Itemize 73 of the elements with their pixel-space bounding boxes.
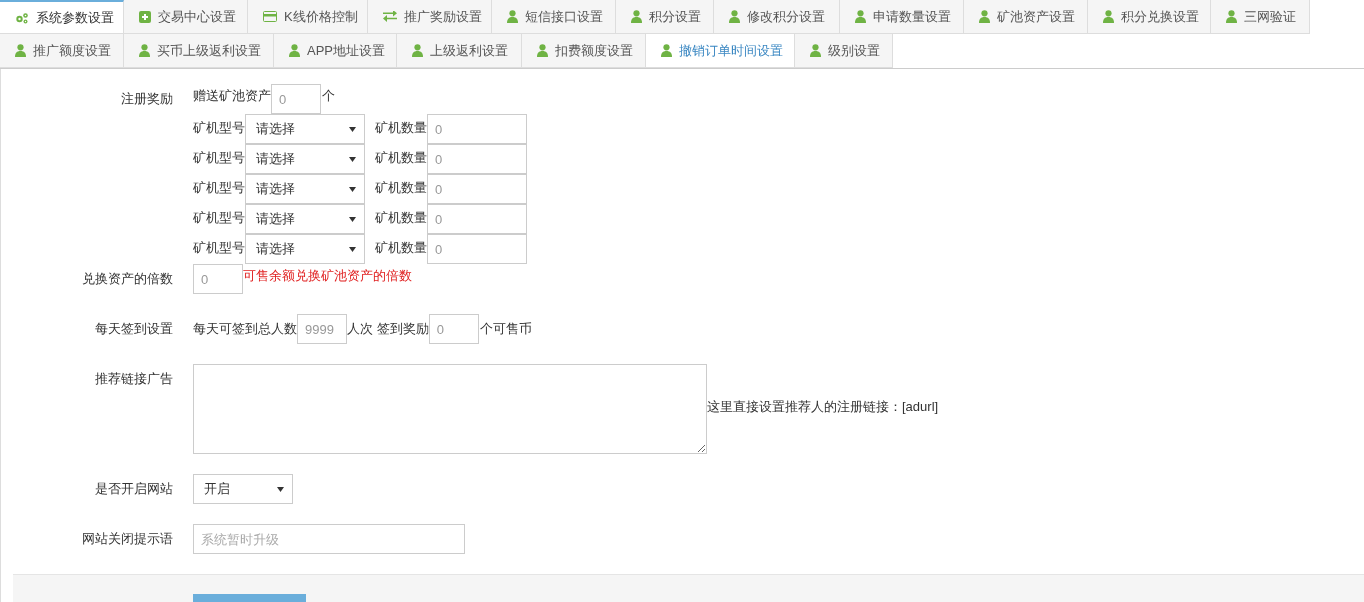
user-icon bbox=[979, 10, 990, 23]
user-icon bbox=[1226, 10, 1237, 23]
tab[interactable]: 推广奖励设置 bbox=[368, 0, 492, 34]
field-label: 推荐链接广告 bbox=[95, 370, 173, 388]
field-text: 矿机数量 bbox=[375, 209, 427, 227]
tab[interactable]: 上级返利设置 bbox=[397, 34, 522, 68]
user-icon bbox=[507, 10, 518, 23]
field-text: 矿机数量 bbox=[375, 149, 427, 167]
field-text: 赠送矿池资产 bbox=[193, 87, 271, 105]
tab[interactable]: 系统参数设置 bbox=[0, 0, 124, 34]
field-label: 注册奖励 bbox=[121, 90, 173, 108]
user-icon bbox=[855, 10, 866, 23]
field-text: 矿机型号 bbox=[193, 119, 245, 137]
field-text: 矿机型号 bbox=[193, 239, 245, 257]
tab[interactable]: 级别设置 bbox=[795, 34, 893, 68]
caret-icon bbox=[349, 186, 356, 192]
field-text: 个 bbox=[321, 87, 335, 105]
select-field[interactable]: 请选择 bbox=[245, 204, 365, 234]
tab[interactable]: 修改积分设置 bbox=[714, 0, 840, 34]
caret-icon bbox=[349, 246, 356, 252]
plus-square-icon bbox=[139, 10, 151, 23]
card-icon bbox=[263, 11, 277, 22]
field-label: 每天签到设置 bbox=[95, 320, 173, 338]
user-icon bbox=[412, 44, 423, 57]
input-field[interactable]: 系统暂时升级 bbox=[193, 524, 465, 554]
tab[interactable]: 短信接口设置 bbox=[492, 0, 616, 34]
exchange-arrows-icon bbox=[383, 10, 397, 23]
field-text: 人次 签到奖励 bbox=[347, 320, 429, 339]
tab[interactable]: 交易中心设置 bbox=[124, 0, 248, 34]
caret-icon bbox=[349, 216, 356, 222]
user-icon bbox=[1103, 10, 1114, 23]
field-text: 每天可签到总人数 bbox=[193, 320, 297, 339]
field-label: 兑换资产的倍数 bbox=[82, 270, 173, 288]
caret-icon bbox=[277, 486, 284, 492]
user-icon bbox=[15, 44, 26, 57]
caret-icon bbox=[349, 126, 356, 132]
field-text: 个可售币 bbox=[478, 320, 532, 339]
user-icon bbox=[537, 44, 548, 57]
select-field[interactable]: 请选择 bbox=[245, 234, 365, 264]
field-label: 网站关闭提示语 bbox=[82, 530, 173, 548]
tab[interactable]: APP地址设置 bbox=[274, 34, 397, 68]
field-text: 矿机型号 bbox=[193, 209, 245, 227]
select-field[interactable]: 请选择 bbox=[245, 174, 365, 204]
select-field[interactable]: 请选择 bbox=[245, 114, 365, 144]
caret-icon bbox=[349, 156, 356, 162]
field-text: 矿机数量 bbox=[375, 119, 427, 137]
user-icon bbox=[289, 44, 300, 57]
user-icon bbox=[810, 44, 821, 57]
tab[interactable]: 扣费额度设置 bbox=[522, 34, 646, 68]
select-field[interactable]: 请选择 bbox=[245, 144, 365, 174]
field-text: 矿机型号 bbox=[193, 149, 245, 167]
select-field[interactable]: 开启 bbox=[193, 474, 293, 504]
field-text: 矿机数量 bbox=[375, 239, 427, 257]
user-icon bbox=[661, 44, 672, 57]
text-area[interactable] bbox=[193, 364, 707, 454]
tab[interactable]: 积分设置 bbox=[616, 0, 714, 34]
field-text: 矿机型号 bbox=[193, 179, 245, 197]
field-text: 可售余额兑换矿池资产的倍数 bbox=[243, 267, 412, 285]
user-icon bbox=[631, 10, 642, 23]
user-icon bbox=[139, 44, 150, 57]
tab[interactable]: 撤销订单时间设置 bbox=[646, 34, 795, 68]
tab[interactable]: 买币上级返利设置 bbox=[124, 34, 274, 68]
tab[interactable]: 推广额度设置 bbox=[0, 34, 124, 68]
tab[interactable]: 积分兑换设置 bbox=[1088, 0, 1211, 34]
user-icon bbox=[729, 10, 740, 23]
tab[interactable]: 三网验证 bbox=[1211, 0, 1310, 34]
gears-icon bbox=[15, 11, 29, 24]
field-text: 这里直接设置推荐人的注册链接：[adurl] bbox=[707, 397, 939, 416]
tab[interactable]: 矿池资产设置 bbox=[964, 0, 1088, 34]
field-label: 是否开启网站 bbox=[95, 480, 173, 498]
tab[interactable]: K线价格控制 bbox=[248, 0, 368, 34]
tab[interactable]: 申请数量设置 bbox=[840, 0, 964, 34]
field-text: 矿机数量 bbox=[375, 179, 427, 197]
